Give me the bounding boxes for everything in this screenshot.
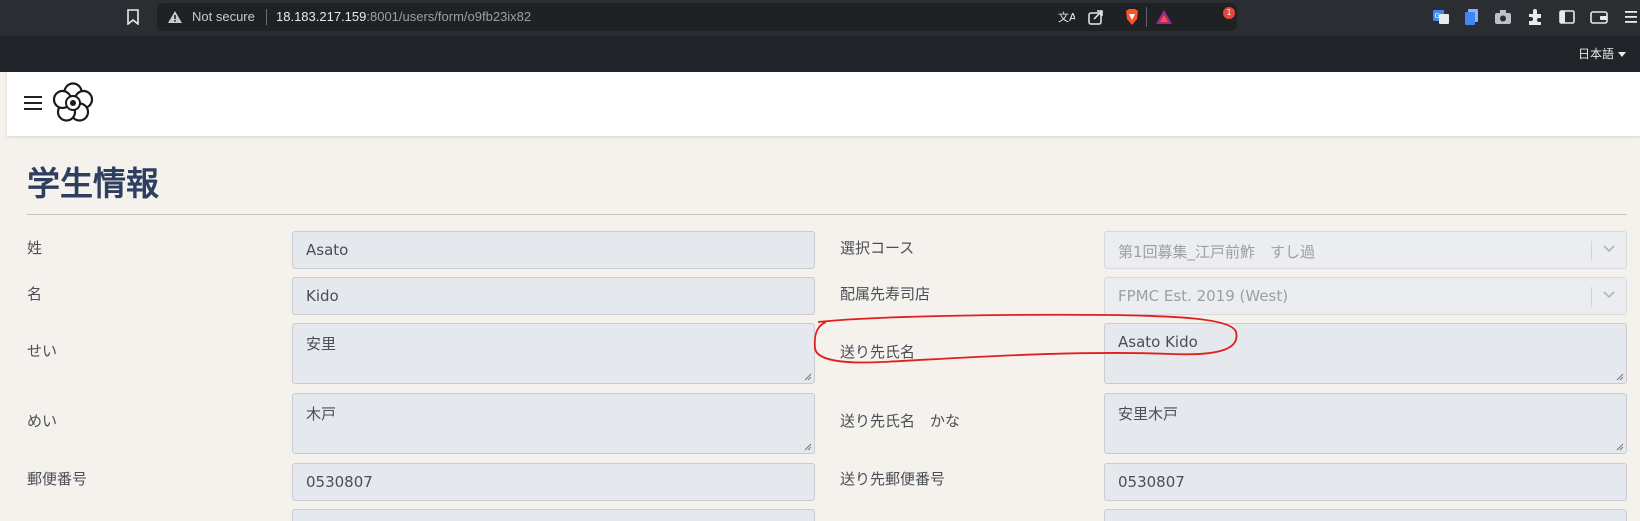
postal-code-label: 郵便番号 [27, 470, 88, 488]
docs-ext-icon[interactable] [1463, 8, 1481, 26]
last-name-input[interactable]: Asato [292, 231, 815, 269]
svg-text:G: G [1435, 12, 1440, 20]
omnibox-divider [1146, 7, 1147, 27]
last-name-kana-value: 安里 [306, 335, 337, 353]
sidebar-icon[interactable] [1558, 8, 1576, 26]
bookmark-icon[interactable] [127, 9, 139, 25]
camera-ext-icon[interactable] [1494, 8, 1512, 26]
first-name-input[interactable]: Kido [292, 277, 815, 315]
select-divider [1591, 287, 1592, 307]
recipient-kana-label: 送り先氏名 かな [840, 412, 961, 430]
resize-handle-icon[interactable] [1616, 373, 1624, 381]
brave-rewards-icon[interactable] [1155, 8, 1173, 26]
first-name-kana-label: めい [27, 412, 58, 430]
url-text[interactable]: 18.183.217.159:8001/users/form/o9fb23ix8… [276, 9, 531, 24]
recipient-postal-code-input[interactable]: 0530807 [1104, 463, 1627, 501]
recipient-name-label: 送り先氏名 [840, 343, 916, 361]
course-selected-value: 第1回募集_江戸前鮓 すし過 [1118, 243, 1316, 261]
url-separator [266, 9, 267, 25]
puzzle-extensions-icon[interactable] [1526, 8, 1544, 26]
resize-handle-icon[interactable] [804, 443, 812, 451]
resize-handle-icon[interactable] [1616, 443, 1624, 451]
assigned-shop-selected-value: FPMC Est. 2019 (West) [1118, 287, 1289, 305]
warning-icon[interactable] [167, 10, 183, 24]
share-icon[interactable] [1087, 8, 1105, 26]
chevron-down-icon[interactable] [1603, 291, 1615, 299]
translate-bar: 日本語 [0, 36, 1640, 72]
assigned-shop-select[interactable]: FPMC Est. 2019 (West) [1104, 277, 1627, 315]
first-name-kana-value: 木戸 [306, 405, 337, 423]
first-name-label: 名 [27, 285, 43, 303]
assigned-shop-label: 配属先寿司店 [840, 285, 931, 303]
not-secure-label[interactable]: Not secure [192, 9, 255, 24]
recipient-name-value: Asato Kido [1118, 333, 1198, 351]
url-path: :8001/users/form/o9fb23ix82 [366, 9, 532, 24]
course-label: 選択コース [840, 239, 915, 257]
postal-code-input[interactable]: 0530807 [292, 463, 815, 501]
recipient-kana-value: 安里木戸 [1118, 405, 1179, 423]
menu-icon[interactable] [1622, 8, 1640, 26]
translate-icon[interactable]: 文A [1057, 8, 1075, 26]
language-selector[interactable]: 日本語 [1578, 45, 1626, 62]
chevron-down-icon[interactable] [1603, 245, 1615, 253]
last-name-label: 姓 [27, 239, 43, 257]
wallet-icon[interactable] [1590, 8, 1608, 26]
recipient-name-textarea[interactable]: Asato Kido [1104, 323, 1627, 384]
recipient-kana-textarea[interactable]: 安里木戸 [1104, 393, 1627, 454]
address-bar[interactable]: Not secure 18.183.217.159:8001/users/for… [157, 3, 1237, 31]
course-select[interactable]: 第1回募集_江戸前鮓 すし過 [1104, 231, 1627, 269]
resize-handle-icon[interactable] [804, 373, 812, 381]
logo-icon[interactable] [52, 82, 94, 124]
browser-toolbar: Not secure 18.183.217.159:8001/users/for… [0, 0, 1640, 36]
last-name-kana-label: せい [27, 342, 58, 360]
notification-badge: 1 [1223, 7, 1235, 19]
page-title: 学生情報 [27, 164, 159, 203]
svg-text:文A: 文A [1058, 10, 1075, 24]
last-name-kana-textarea[interactable]: 安里 [292, 323, 815, 384]
recipient-postal-code-label: 送り先郵便番号 [840, 470, 946, 488]
app-header [7, 72, 1640, 136]
hamburger-icon[interactable] [24, 96, 42, 110]
title-divider [27, 214, 1627, 215]
select-divider [1591, 241, 1592, 261]
google-translate-ext-icon[interactable]: G [1432, 8, 1450, 26]
brave-shield-icon[interactable] [1123, 8, 1141, 26]
next-field-input[interactable] [292, 509, 815, 521]
first-name-kana-textarea[interactable]: 木戸 [292, 393, 815, 454]
url-host: 18.183.217.159 [276, 9, 367, 24]
next-right-field-input[interactable] [1104, 509, 1627, 521]
